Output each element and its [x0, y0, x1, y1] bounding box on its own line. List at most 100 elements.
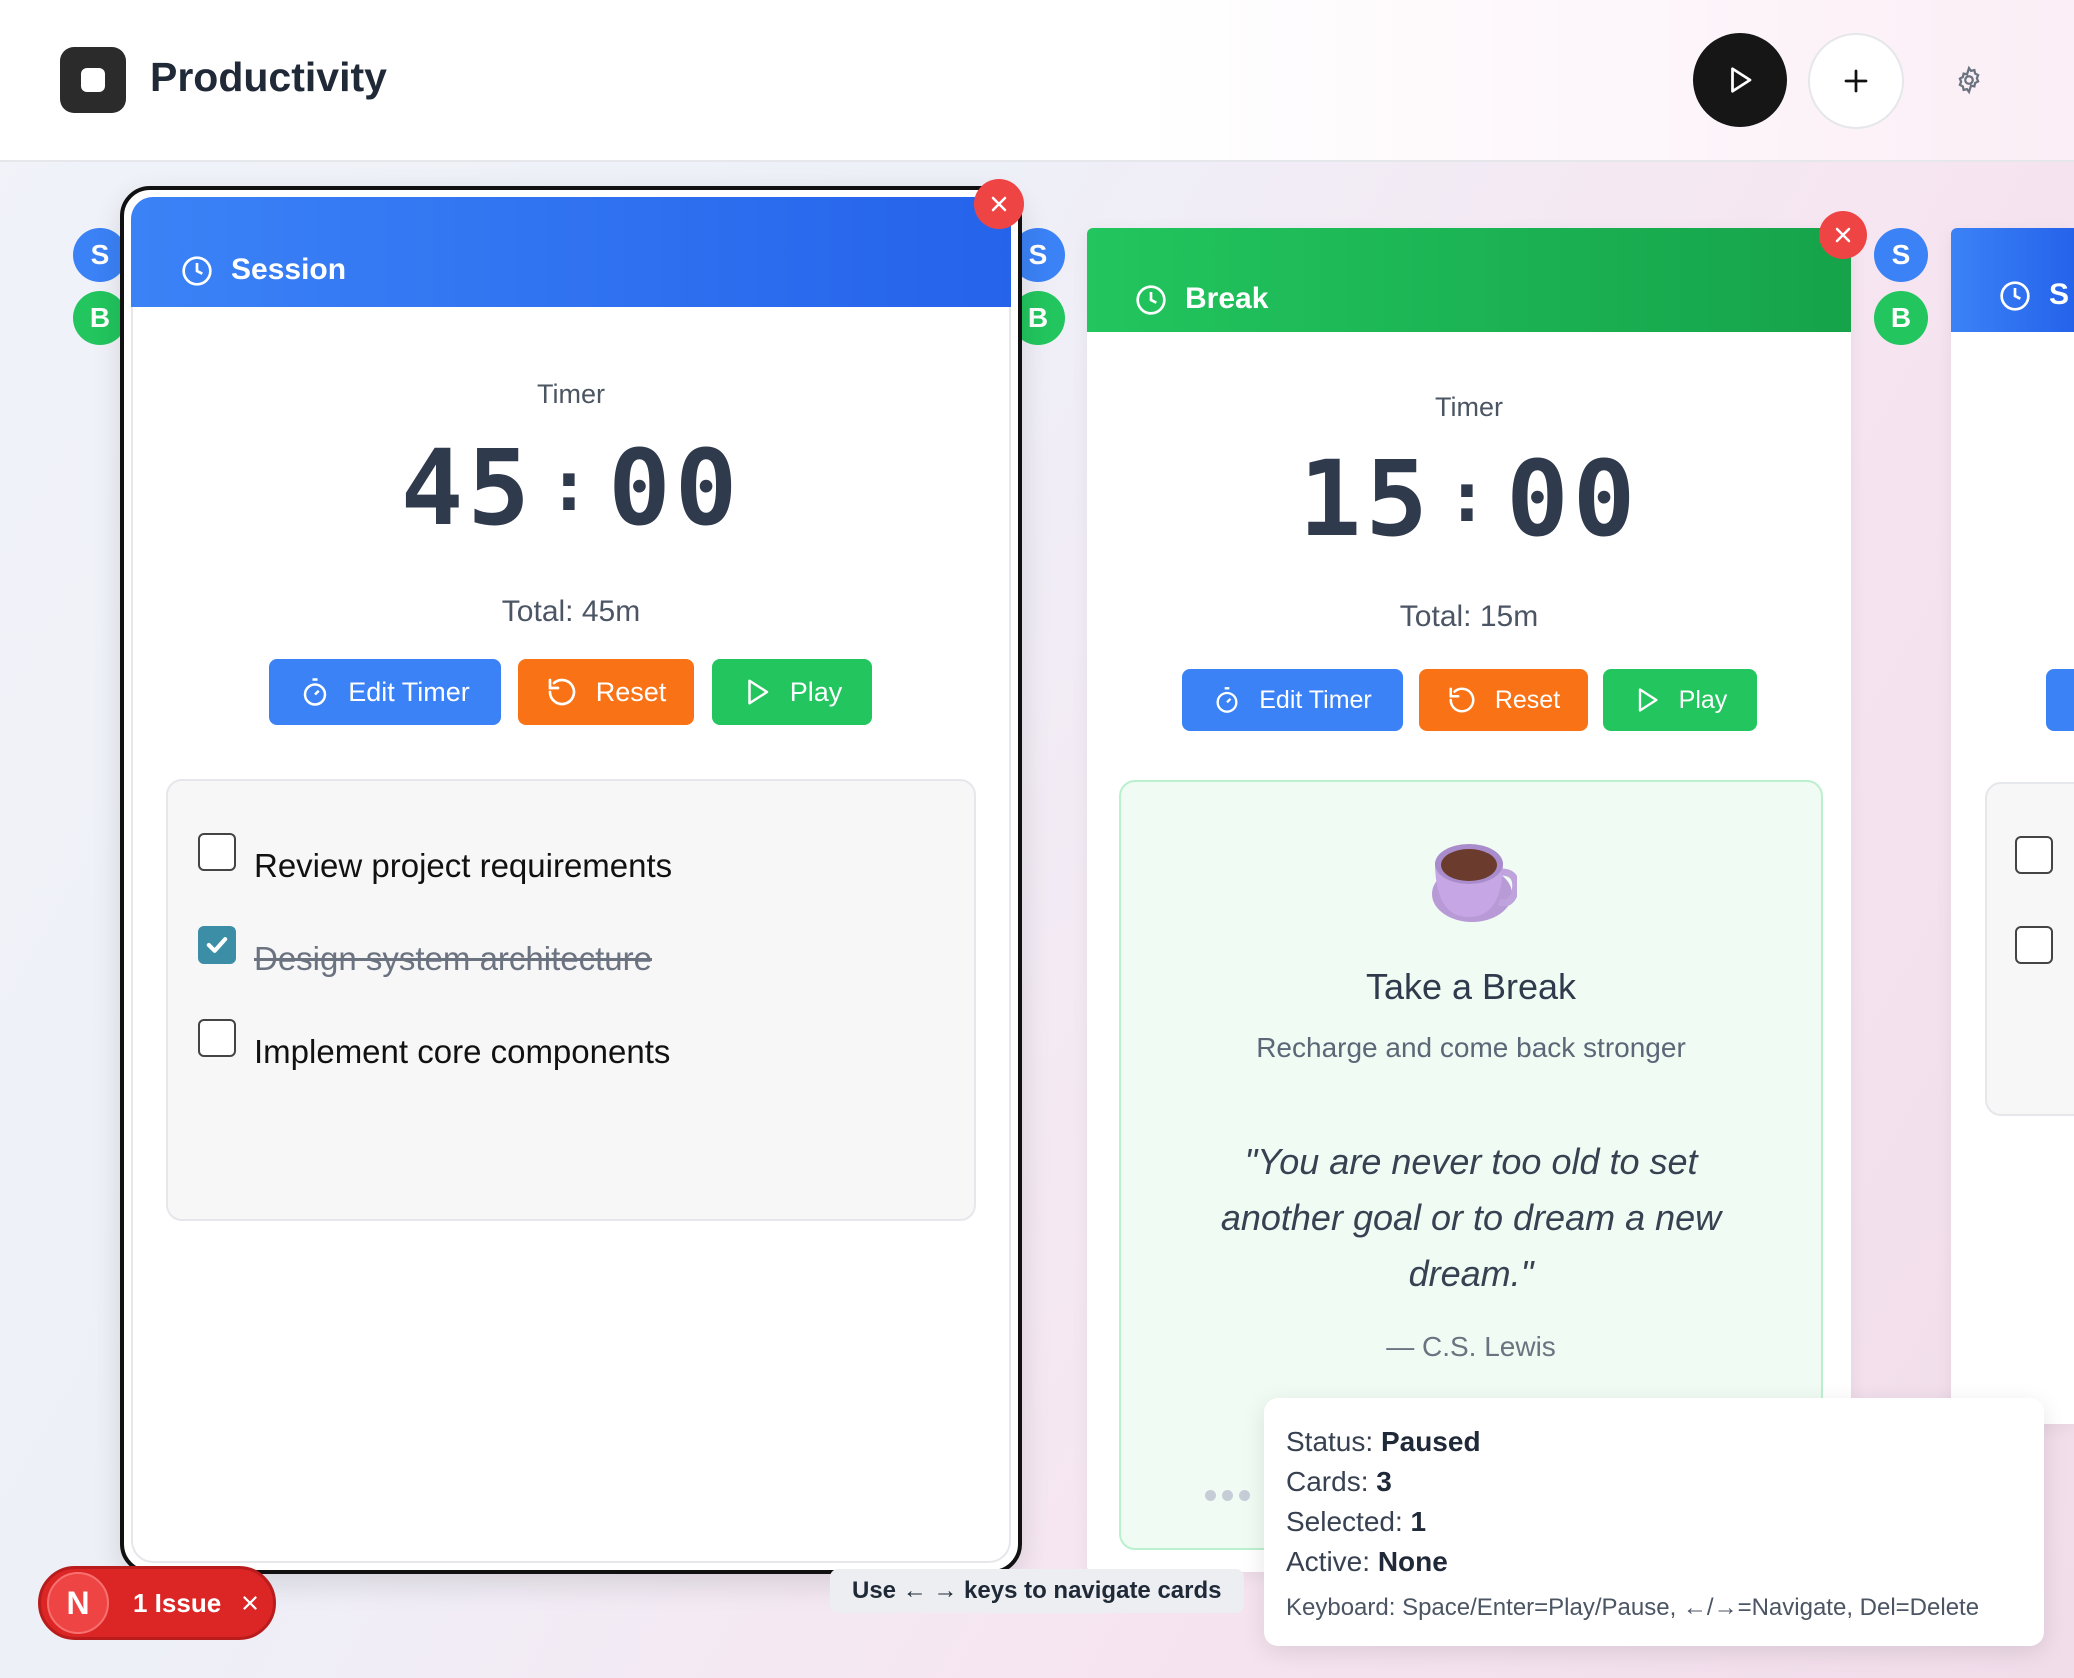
selected-row: Selected: 1	[1286, 1506, 1426, 1538]
status-label: Status:	[1286, 1426, 1374, 1457]
status-row: Status: Paused	[1286, 1426, 1481, 1458]
avatar-break[interactable]: B	[73, 291, 127, 345]
card-header: S	[1951, 228, 2074, 332]
avatar-session[interactable]: S	[73, 228, 127, 282]
card-header: Session	[131, 197, 1011, 307]
reset-button[interactable]: Reset	[518, 659, 694, 725]
delete-card-button[interactable]	[974, 179, 1024, 229]
timer-display: 15:00	[1087, 438, 1851, 560]
timer-total: Total: 15m	[1399, 600, 1539, 633]
selected-value: 1	[1410, 1506, 1427, 1537]
reset-icon	[548, 678, 576, 706]
timer-label: Timer	[537, 379, 605, 409]
stopwatch-icon	[303, 678, 327, 706]
selected-label: Selected:	[1286, 1506, 1403, 1537]
issue-label: 1 Issue	[133, 1587, 222, 1618]
edit-timer-label: Edit Timer	[1259, 685, 1372, 714]
task-checkbox[interactable]	[198, 1019, 236, 1057]
app-title: Productivity	[150, 54, 387, 100]
card-header: Break	[1087, 228, 1851, 332]
add-card-button[interactable]	[1808, 33, 1904, 129]
timer-seconds: 00	[1506, 438, 1640, 560]
session-card[interactable]: Session Timer 45:00 Total: 45m Edit Time…	[120, 186, 1022, 1574]
app-logo	[60, 47, 126, 113]
timer-seconds: 00	[608, 427, 742, 549]
avatar-break[interactable]: B	[1874, 291, 1928, 345]
active-value: None	[1377, 1546, 1448, 1577]
close-icon	[1835, 227, 1851, 243]
task-checkbox[interactable]	[198, 833, 236, 871]
task-item[interactable]: Implement core components	[198, 1019, 670, 1071]
checkmark-icon	[206, 937, 228, 953]
reset-label: Reset	[595, 676, 667, 707]
quote-author: — C.S. Lewis	[1386, 1331, 1556, 1362]
card-title: S	[2049, 278, 2070, 311]
issue-badge[interactable]: N 1 Issue	[38, 1566, 276, 1640]
edit-timer-button[interactable]: Edit Timer	[269, 659, 501, 725]
play-button[interactable]: Play	[712, 659, 872, 725]
edit-timer-button[interactable]: Edit Timer	[1182, 669, 1403, 731]
task-item[interactable]: Review project requirements	[198, 833, 672, 885]
cards-value: 3	[1376, 1466, 1392, 1497]
gear-icon	[1958, 65, 1980, 95]
keyboard-hint: Use ← → keys to navigate cards	[830, 1569, 1244, 1613]
task-list: Review project requirements Design syste…	[166, 779, 976, 1221]
play-button[interactable]: Play	[1603, 669, 1757, 731]
close-icon[interactable]	[239, 1592, 261, 1614]
cards-row: Cards: 3	[1286, 1466, 1392, 1498]
play-label: Play	[1678, 685, 1728, 714]
settings-button[interactable]	[1946, 57, 1992, 103]
play-icon	[1638, 688, 1658, 712]
card-title: Break	[1185, 282, 1269, 315]
active-row: Active: None	[1286, 1546, 1448, 1578]
cards-label: Cards:	[1286, 1466, 1369, 1497]
next-logo-icon: N	[47, 1572, 109, 1634]
quote-line: dream."	[1408, 1253, 1534, 1294]
break-title: Take a Break	[1365, 966, 1577, 1007]
play-all-button[interactable]	[1693, 33, 1787, 127]
task-text: Implement core components	[254, 1033, 671, 1070]
play-icon	[1731, 67, 1752, 93]
edit-timer-label: Edit Timer	[348, 676, 470, 707]
reset-label: Reset	[1494, 685, 1561, 714]
avatar-session[interactable]: S	[1874, 228, 1928, 282]
delete-card-button[interactable]	[1819, 211, 1867, 259]
status-value: Paused	[1380, 1426, 1481, 1457]
coffee-cup-icon	[1427, 832, 1520, 926]
timer-separator: :	[1445, 456, 1493, 538]
task-item[interactable]: Design system architecture	[198, 926, 652, 978]
quote-line: another goal or to dream a new	[1220, 1197, 1722, 1238]
edit-timer-button[interactable]	[2046, 669, 2074, 731]
timer-total: Total: 45m	[501, 595, 641, 628]
task-list	[1985, 782, 2074, 1116]
active-label: Active:	[1286, 1546, 1371, 1577]
task-checkbox[interactable]	[198, 926, 236, 964]
play-label: Play	[789, 676, 843, 707]
task-checkbox[interactable]	[2015, 926, 2053, 964]
session-card[interactable]: S	[1951, 228, 2074, 1424]
timer-minutes: 45	[400, 427, 534, 549]
status-panel: Status: Paused Cards: 3 Selected: 1 Acti…	[1264, 1398, 2044, 1646]
break-subtitle: Recharge and come back stronger	[1256, 1032, 1686, 1063]
app-header: Productivity	[0, 0, 2074, 162]
loading-dots	[1205, 1490, 1250, 1501]
task-text: Design system architecture	[254, 940, 652, 977]
keyboard-shortcuts: Keyboard: Space/Enter=Play/Pause, ←/→=Na…	[1286, 1594, 1980, 1621]
timer-label: Timer	[1435, 392, 1503, 422]
break-card[interactable]: Break Timer 15:00 Total: 15m Edit Timer …	[1087, 228, 1851, 1572]
break-quote: "You are never too old to set another go…	[1121, 1134, 1821, 1302]
quote-line: "You are never too old to set	[1244, 1141, 1698, 1182]
plus-icon	[1844, 69, 1868, 93]
reset-button[interactable]: Reset	[1419, 669, 1588, 731]
task-checkbox[interactable]	[2015, 836, 2053, 874]
reset-icon	[1449, 687, 1475, 713]
stopwatch-icon	[1216, 687, 1238, 713]
timer-separator: :	[547, 445, 595, 527]
clock-icon	[1999, 280, 2031, 312]
clock-icon	[181, 255, 213, 287]
timer-minutes: 15	[1298, 438, 1432, 560]
play-icon	[747, 679, 768, 705]
timer-display: 45:00	[131, 427, 1011, 549]
task-text: Review project requirements	[254, 847, 673, 884]
close-icon	[991, 196, 1007, 212]
